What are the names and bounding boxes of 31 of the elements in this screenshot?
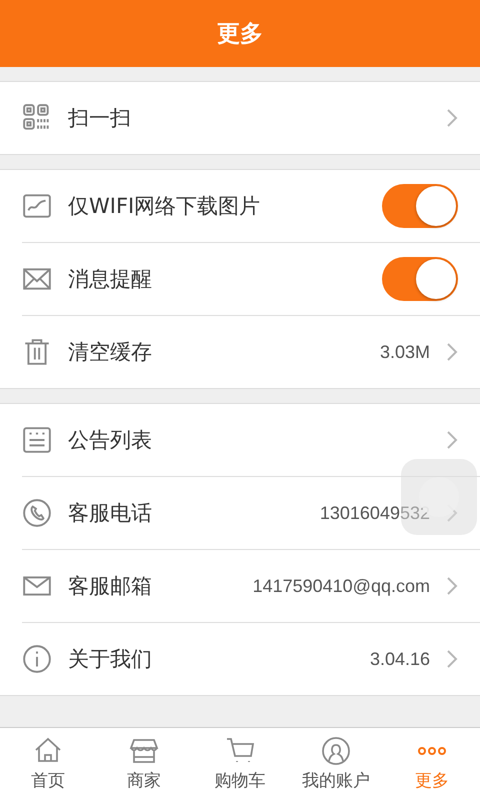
- setting-value: 13016049532: [320, 502, 430, 524]
- page-title: 更多: [217, 20, 263, 49]
- chevron-icon[interactable]: [446, 430, 458, 450]
- more-icon: [417, 747, 447, 755]
- chevron-icon[interactable]: [446, 649, 458, 669]
- toggle-switch[interactable]: [382, 184, 458, 228]
- chevron-icon[interactable]: [446, 342, 458, 362]
- shop-icon: [129, 736, 159, 766]
- setting-label: 仅WIFI网络下载图片: [68, 193, 262, 220]
- user-icon: [321, 736, 351, 766]
- tab[interactable]: 首页: [0, 728, 96, 800]
- setting-label: 清空缓存: [68, 339, 153, 366]
- setting-label: 扫一扫: [68, 105, 132, 132]
- setting-label: 关于我们: [68, 646, 153, 673]
- info-icon: [22, 644, 52, 674]
- setting-label: 客服电话: [68, 500, 153, 527]
- tab[interactable]: 我的账户: [288, 728, 384, 800]
- chevron-icon[interactable]: [446, 576, 458, 596]
- chevron-icon[interactable]: [446, 108, 458, 128]
- trash-icon: [22, 337, 52, 367]
- setting-value: 3.03M: [380, 342, 430, 362]
- setting-value: 1417590410@qq.com: [252, 576, 430, 596]
- notice-board-icon: [22, 425, 52, 455]
- toggle-switch[interactable]: [382, 257, 458, 301]
- setting-label: 消息提醒: [68, 266, 153, 293]
- tab[interactable]: 商家: [96, 728, 192, 800]
- tab[interactable]: 购物车: [192, 728, 288, 800]
- setting-label: 公告列表: [68, 427, 153, 454]
- setting-value: 3.04.16: [370, 648, 430, 670]
- setting-label: 客服邮箱: [68, 573, 153, 600]
- phone-icon: [22, 498, 52, 528]
